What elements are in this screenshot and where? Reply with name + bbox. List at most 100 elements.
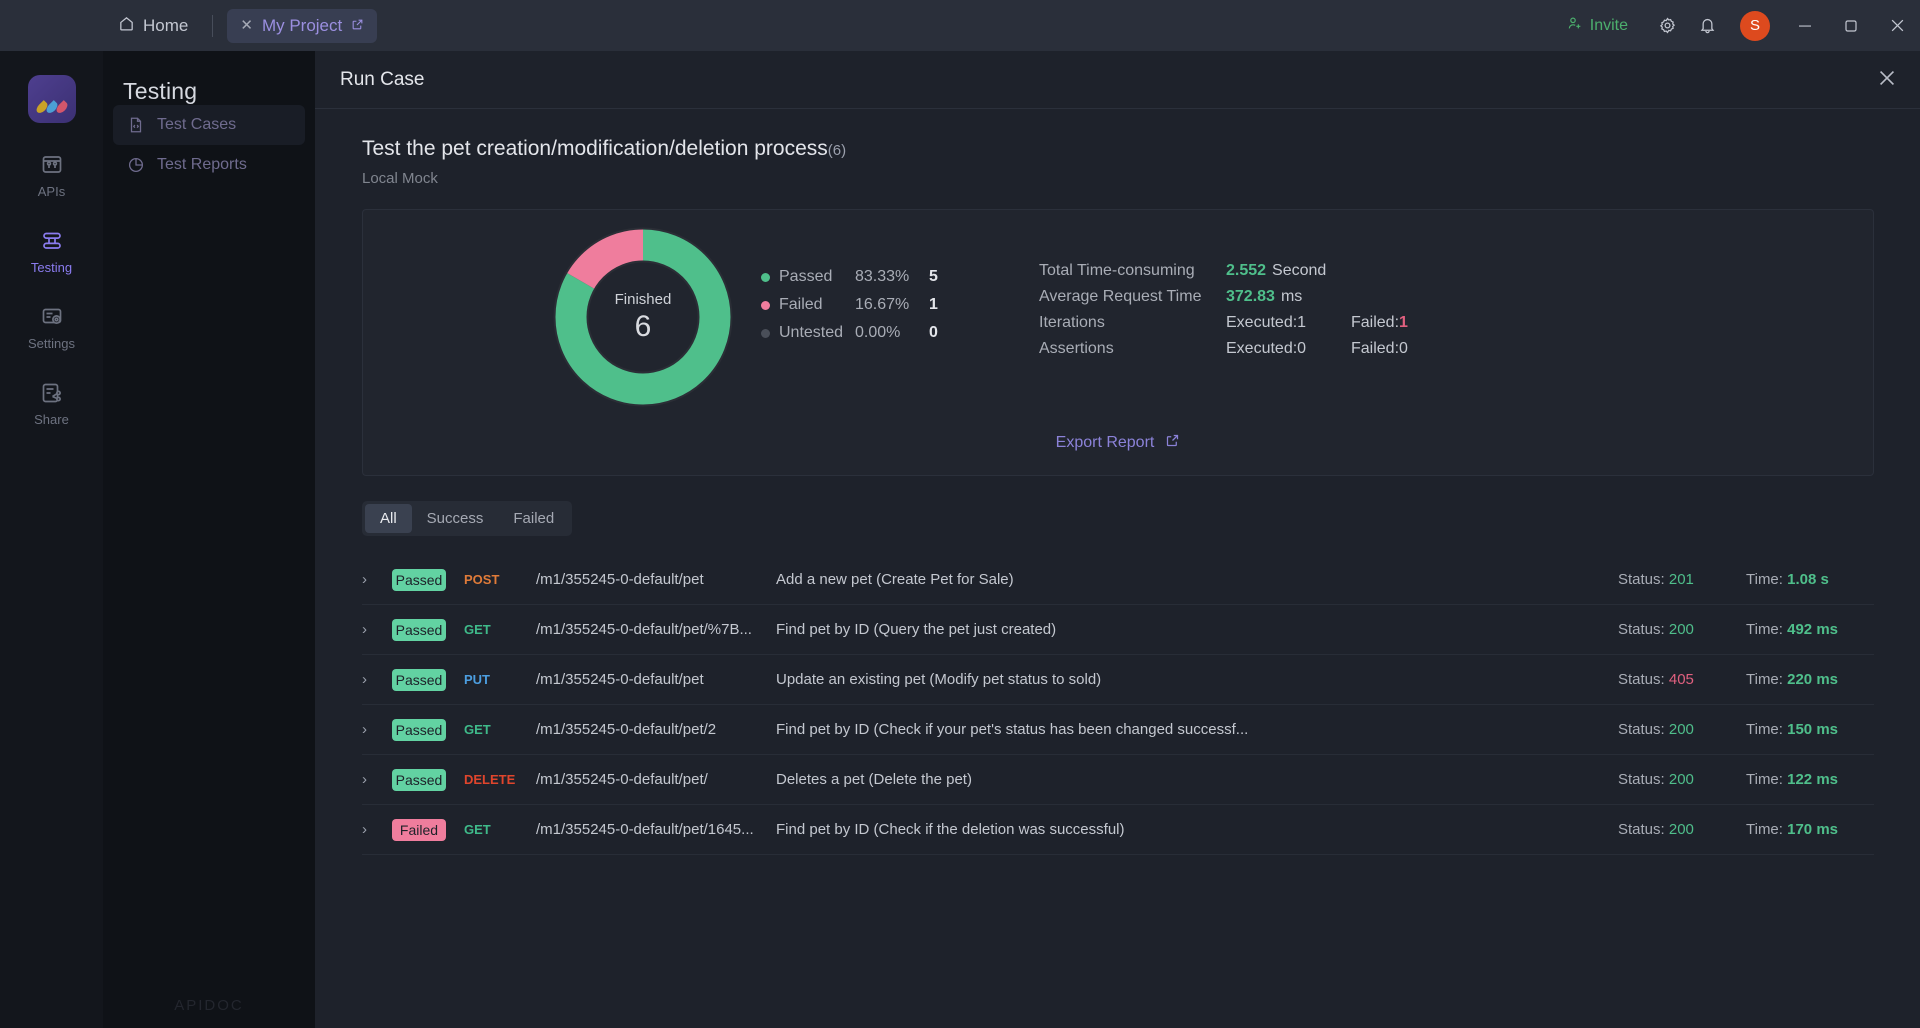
- status-code-cell: Status: 200: [1618, 771, 1746, 788]
- kpi-assertions-failed-prefix: Failed:: [1351, 340, 1400, 357]
- rail-item-apis[interactable]: APIs: [0, 153, 103, 199]
- legend-dot-passed: [761, 272, 770, 282]
- tab-failed[interactable]: Failed: [498, 504, 569, 533]
- donut-total-value: 6: [634, 309, 652, 343]
- time-cell: Time: 220 ms: [1746, 671, 1874, 688]
- secondary-sidebar: Testing Test Cases Test Reports APIDOC: [103, 51, 315, 1028]
- results-list: › Passed POST /m1/355245-0-default/pet A…: [362, 555, 1874, 855]
- chevron-right-icon[interactable]: ›: [362, 571, 392, 588]
- legend-percent-failed: 16.67%: [855, 296, 910, 313]
- chevron-right-icon[interactable]: ›: [362, 771, 392, 788]
- status-code-label: Status:: [1618, 771, 1665, 788]
- time-cell: Time: 122 ms: [1746, 771, 1874, 788]
- status-code-value: 405: [1668, 671, 1694, 688]
- kpi-assertions-executed: Executed:0: [1226, 340, 1307, 357]
- tab-success[interactable]: Success: [412, 504, 499, 533]
- status-badge: Passed: [392, 618, 446, 641]
- request-description: Add a new pet (Create Pet for Sale): [776, 571, 1014, 588]
- table-row[interactable]: › Passed POST /m1/355245-0-default/pet A…: [362, 555, 1874, 605]
- app-logo: [27, 75, 76, 123]
- invite-button[interactable]: Invite: [1567, 15, 1628, 36]
- legend-label-passed: Passed: [779, 268, 833, 285]
- pie-chart-icon: [127, 156, 145, 174]
- table-row[interactable]: › Passed GET /m1/355245-0-default/pet/2 …: [362, 705, 1874, 755]
- time-value: 1.08 s: [1787, 571, 1829, 588]
- request-path: /m1/355245-0-default/pet: [536, 671, 704, 688]
- legend-percent-passed: 83.33%: [855, 268, 910, 285]
- home-label: Home: [143, 15, 189, 35]
- bell-icon[interactable]: [1690, 9, 1724, 43]
- export-report-link[interactable]: Export Report: [363, 433, 1873, 453]
- chevron-right-icon[interactable]: ›: [362, 671, 392, 688]
- table-row[interactable]: › Passed PUT /m1/355245-0-default/pet Up…: [362, 655, 1874, 705]
- time-value: 150 ms: [1787, 721, 1838, 738]
- legend-count-passed: 5: [929, 268, 938, 285]
- table-row[interactable]: › Passed DELETE /m1/355245-0-default/pet…: [362, 755, 1874, 805]
- status-code-cell: Status: 200: [1618, 821, 1746, 838]
- tab-all[interactable]: All: [365, 504, 412, 533]
- case-subtitle: Local Mock: [362, 170, 438, 187]
- kpi-assertions-failed: Failed:0: [1351, 340, 1408, 358]
- http-method: GET: [464, 722, 491, 737]
- rail-item-testing[interactable]: Testing: [0, 229, 103, 275]
- time-label: Time:: [1746, 721, 1783, 738]
- status-code-value: 200: [1668, 771, 1694, 788]
- icon-rail: APIs Testing Settings Share: [0, 51, 103, 1028]
- http-method: POST: [464, 572, 500, 587]
- export-report-label: Export Report: [1055, 434, 1155, 451]
- donut-chart: Finished 6: [548, 222, 738, 412]
- invite-label: Invite: [1589, 16, 1628, 34]
- file-code-icon: [127, 116, 145, 134]
- minimize-button[interactable]: [1782, 0, 1828, 51]
- main-panel: Run Case Test the pet creation/modificat…: [315, 51, 1920, 1028]
- rail-item-settings[interactable]: Settings: [0, 305, 103, 351]
- chevron-right-icon[interactable]: ›: [362, 821, 392, 838]
- case-count: (6): [827, 142, 847, 159]
- kpi-label-total-time: Total Time-consuming: [1039, 262, 1195, 279]
- maximize-button[interactable]: [1828, 0, 1874, 51]
- gear-icon[interactable]: [1650, 9, 1684, 43]
- share-icon: [40, 381, 64, 405]
- request-path: /m1/355245-0-default/pet: [536, 571, 704, 588]
- summary-card: Finished 6 Passed 83.33% 5 Failed 16.67%…: [362, 209, 1874, 476]
- sidebar-item-test-reports[interactable]: Test Reports: [113, 145, 305, 185]
- table-row[interactable]: › Passed GET /m1/355245-0-default/pet/%7…: [362, 605, 1874, 655]
- time-value: 122 ms: [1787, 771, 1838, 788]
- close-icon[interactable]: [1878, 69, 1896, 91]
- external-link-icon: [1165, 433, 1180, 453]
- time-label: Time:: [1746, 821, 1783, 838]
- status-code-label: Status:: [1618, 671, 1665, 688]
- time-cell: Time: 170 ms: [1746, 821, 1874, 838]
- kpi-panel: Total Time-consuming 2.552 Second Averag…: [1039, 262, 1408, 366]
- kpi-label-iterations: Iterations: [1039, 314, 1105, 331]
- scroll-area[interactable]: Test the pet creation/modification/delet…: [315, 109, 1920, 1028]
- legend-row-untested: Untested 0.00% 0: [761, 319, 938, 347]
- kpi-assertions: Assertions Executed:0 Failed:0: [1039, 340, 1408, 361]
- kpi-iterations-failed-prefix: Failed:: [1351, 314, 1400, 331]
- status-code-label: Status:: [1618, 621, 1665, 638]
- status-code-cell: Status: 200: [1618, 721, 1746, 738]
- external-link-icon: [351, 16, 364, 36]
- chevron-right-icon[interactable]: ›: [362, 721, 392, 738]
- time-value: 492 ms: [1787, 621, 1838, 638]
- status-badge: Failed: [392, 818, 446, 841]
- table-row[interactable]: › Failed GET /m1/355245-0-default/pet/16…: [362, 805, 1874, 855]
- close-window-button[interactable]: [1874, 0, 1920, 51]
- chart-legend: Passed 83.33% 5 Failed 16.67% 1 Untested…: [761, 263, 938, 347]
- time-label: Time:: [1746, 671, 1783, 688]
- time-label: Time:: [1746, 621, 1783, 638]
- close-icon[interactable]: ✕: [240, 18, 253, 33]
- request-path: /m1/355245-0-default/pet/: [536, 771, 708, 788]
- request-path: /m1/355245-0-default/pet/2: [536, 721, 717, 738]
- project-tab[interactable]: ✕ My Project: [227, 8, 378, 43]
- page-title: Test the pet creation/modification/delet…: [362, 137, 1895, 161]
- sidebar-item-test-cases[interactable]: Test Cases: [113, 105, 305, 145]
- rail-item-share[interactable]: Share: [0, 381, 103, 427]
- status-badge: Passed: [392, 718, 446, 741]
- legend-label-failed: Failed: [779, 296, 823, 313]
- home-button[interactable]: Home: [108, 10, 198, 42]
- chevron-right-icon[interactable]: ›: [362, 621, 392, 638]
- request-description: Deletes a pet (Delete the pet): [776, 771, 972, 788]
- testing-icon: [40, 229, 64, 253]
- avatar[interactable]: S: [1740, 10, 1770, 41]
